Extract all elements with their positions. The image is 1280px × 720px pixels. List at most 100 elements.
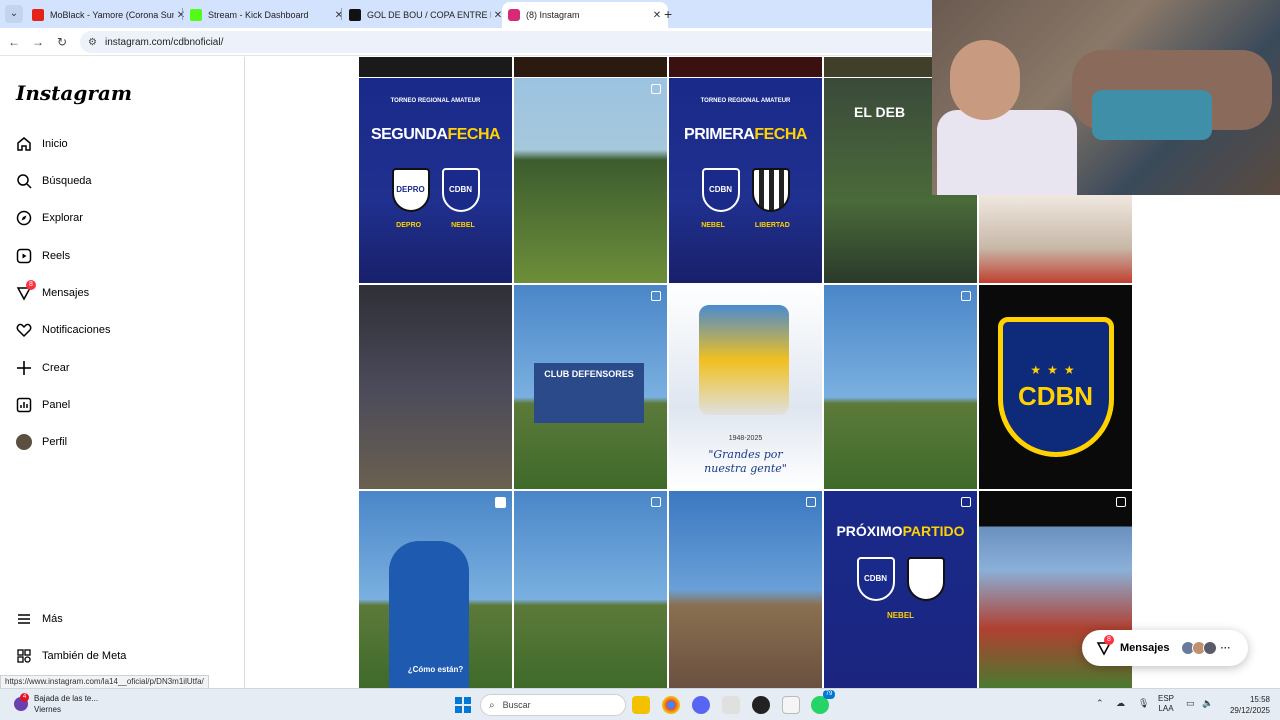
monitor-icon[interactable]: ▭ <box>1186 698 1195 709</box>
browser-tab[interactable]: MoBlack - Yamore (Corona Sun ✕ <box>26 2 192 28</box>
carousel-icon <box>961 291 971 301</box>
clock[interactable]: 15:58 29/12/2025 <box>1224 694 1270 716</box>
stars-icon: ★★★ <box>1030 362 1081 377</box>
reload-icon[interactable]: ↻ <box>54 34 70 50</box>
sidebar-item-busqueda[interactable]: Búsqueda <box>16 169 92 193</box>
language-code: ESP <box>1158 694 1175 703</box>
home-icon <box>16 136 32 152</box>
post-thumbnail[interactable] <box>514 57 667 77</box>
sidebar-item-label: Reels <box>42 250 71 262</box>
sidebar-item-perfil[interactable]: Perfil <box>16 430 67 454</box>
post-text: DEPRO <box>396 222 422 229</box>
post-thumbnail[interactable] <box>359 57 512 77</box>
sidebar-item-explorar[interactable]: Explorar <box>16 206 83 230</box>
menu-icon <box>16 611 32 627</box>
post-text: NEBEL <box>451 222 475 229</box>
post-thumbnail[interactable]: 1948-2025 "Grandes por nuestra gente" <box>669 285 822 489</box>
sidebar-item-label: Crear <box>42 362 70 374</box>
messages-pill[interactable]: 8 Mensajes ··· <box>1082 630 1248 666</box>
sidebar-item-label: Más <box>42 613 63 625</box>
post-text: "Grandes por <box>708 448 783 461</box>
language-indicator[interactable]: ESP LAA <box>1158 694 1174 714</box>
post-thumbnail[interactable]: TORNEO REGIONAL AMATEUR SEGUNDAFECHA DEP… <box>359 78 512 283</box>
new-tab-button[interactable]: + <box>664 6 672 22</box>
volume-icon[interactable]: 🔈 <box>1202 698 1213 709</box>
tab-label: (8) Instagram <box>526 10 580 20</box>
avatar <box>16 434 32 450</box>
sidebar-item-notificaciones[interactable]: Notificaciones <box>16 318 110 342</box>
club-shield: ★★★ CDBN <box>997 317 1114 457</box>
clock-date: 29/12/2025 <box>1229 706 1270 715</box>
file-explorer-icon[interactable] <box>632 696 650 714</box>
post-thumbnail[interactable]: ★★★ CDBN <box>979 285 1132 489</box>
windows-start-icon[interactable] <box>455 697 471 713</box>
browser-tab-active[interactable]: (8) Instagram ✕ <box>502 2 668 28</box>
carousel-icon <box>961 497 971 507</box>
tab-search-button[interactable]: ⌄ <box>5 5 23 23</box>
microphone-icon[interactable]: 🎙 <box>1138 698 1149 709</box>
sidebar-item-label: Explorar <box>42 212 83 224</box>
carousel-icon <box>651 497 661 507</box>
browser-tab[interactable]: Stream - Kick Dashboard ✕ <box>184 2 350 28</box>
post-thumbnail[interactable]: PRÓXIMOPARTIDO CDBN NEBEL <box>824 491 977 688</box>
app-icon[interactable] <box>722 696 740 714</box>
club-shield <box>906 557 945 601</box>
post-text: SEGUNDA <box>370 126 448 143</box>
cloud-icon[interactable]: ☁ <box>1116 698 1125 709</box>
browser-tab[interactable]: GOL DE BOU / COPA ENTRE RÍ ✕ <box>343 2 509 28</box>
post-thumbnail[interactable] <box>514 78 667 283</box>
post-thumbnail[interactable]: ¿Cómo están? <box>359 491 512 688</box>
back-icon[interactable]: ← <box>6 34 22 50</box>
chevron-up-icon[interactable]: ⌃ <box>1096 698 1104 709</box>
club-shield: CDBN <box>701 168 740 212</box>
sidebar-item-tambien-de-meta[interactable]: También de Meta <box>16 644 126 668</box>
instagram-logo[interactable]: Instagram <box>16 81 132 105</box>
post-text: nuestra gente" <box>704 462 787 475</box>
document-icon[interactable] <box>782 696 800 714</box>
sidebar-item-mensajes[interactable]: 8 Mensajes <box>16 280 89 305</box>
post-text: 1948-2025 <box>728 435 763 442</box>
whatsapp-icon[interactable]: 79 <box>811 690 835 714</box>
sidebar-item-label: Notificaciones <box>42 324 111 336</box>
post-thumbnail[interactable] <box>824 285 977 489</box>
site-info-icon[interactable]: ⚙ <box>88 37 97 48</box>
sidebar-item-crear[interactable]: Crear <box>16 356 70 380</box>
post-text: LIBERTAD <box>754 222 790 229</box>
youtube-icon <box>32 9 44 21</box>
post-thumbnail[interactable] <box>514 491 667 688</box>
compass-icon <box>16 210 32 226</box>
post-thumbnail[interactable]: CLUB DEFENSORES <box>514 285 667 489</box>
status-url: https://www.instagram.com/la14__oficial/… <box>0 675 209 689</box>
sidebar-item-label: Perfil <box>42 436 68 448</box>
post-thumbnail[interactable]: TORNEO REGIONAL AMATEUR PRIMERAFECHA CDB… <box>669 78 822 283</box>
sidebar-item-inicio[interactable]: Inicio <box>16 132 68 156</box>
sidebar-item-panel[interactable]: Panel <box>16 393 70 417</box>
url-field[interactable]: ⚙ instagram.com/cdbnoficial/ <box>80 31 940 53</box>
plus-icon <box>16 360 32 376</box>
chrome-icon[interactable] <box>662 696 680 714</box>
webcam-person <box>937 110 1077 195</box>
webcam-overlay <box>932 0 1280 195</box>
obs-icon[interactable] <box>752 696 770 714</box>
forward-icon[interactable]: → <box>30 34 46 50</box>
post-thumbnail[interactable] <box>669 57 822 77</box>
post-thumbnail[interactable] <box>669 491 822 688</box>
club-shield <box>751 168 790 212</box>
post-text: NEBEL <box>886 611 915 620</box>
notification-badge: 8 <box>26 280 36 290</box>
news-widget[interactable]: 4 Bajada de las te... Viernes <box>14 693 98 715</box>
club-shield: CDBN <box>856 557 895 601</box>
post-thumbnail[interactable] <box>979 195 1132 283</box>
taskbar-search[interactable]: ⌕ Buscar <box>480 694 626 716</box>
sidebar-item-reels[interactable]: Reels <box>16 244 70 268</box>
discord-icon[interactable] <box>692 696 710 714</box>
heart-icon <box>16 322 32 338</box>
instagram-icon <box>508 9 520 21</box>
more-icon[interactable]: ··· <box>1221 643 1231 654</box>
sidebar-item-mas[interactable]: Más <box>16 607 63 631</box>
tab-label: GOL DE BOU / COPA ENTRE RÍ <box>367 10 491 20</box>
news-icon: 4 <box>14 693 29 711</box>
post-text: CDBN <box>1017 380 1094 411</box>
post-thumbnail[interactable] <box>359 285 512 489</box>
close-icon[interactable]: ✕ <box>650 10 664 21</box>
